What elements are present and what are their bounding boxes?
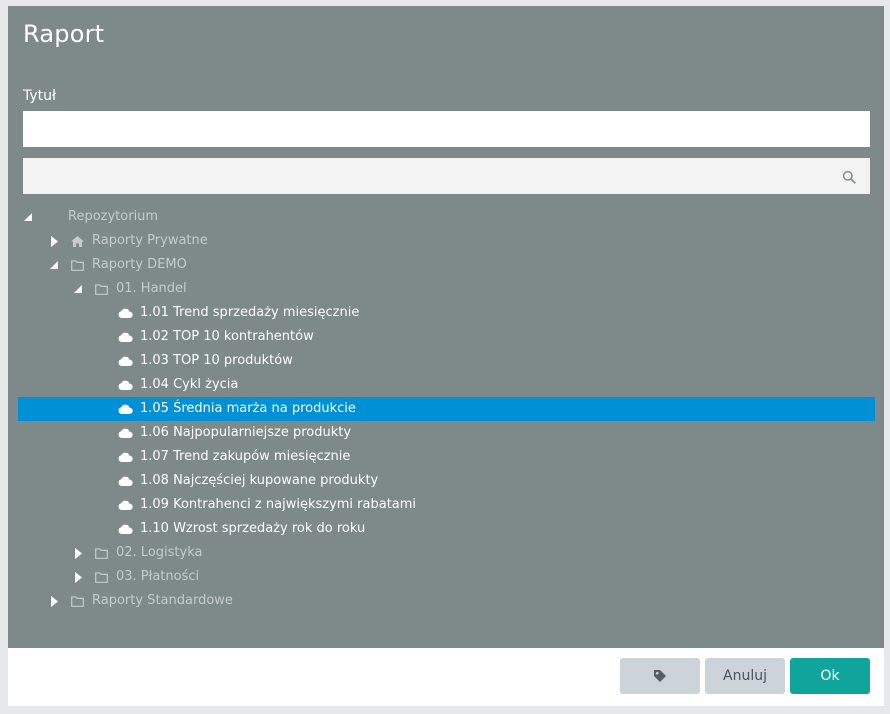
cancel-button[interactable]: Anuluj bbox=[705, 658, 785, 694]
search-box bbox=[23, 158, 870, 194]
cloud-icon bbox=[118, 517, 133, 541]
tree-node-label: 01. Handel bbox=[116, 281, 187, 296]
cloud-icon bbox=[118, 349, 133, 373]
cloud-icon bbox=[118, 445, 133, 469]
folder-icon bbox=[95, 541, 108, 565]
home-icon bbox=[71, 229, 84, 253]
cloud-icon bbox=[118, 397, 133, 421]
collapsed-arrow-icon[interactable] bbox=[72, 541, 84, 565]
expanded-arrow-icon[interactable] bbox=[48, 253, 60, 277]
tree-node-platnosci[interactable]: 03. Płatności bbox=[18, 565, 875, 589]
title-field-label: Tytuł bbox=[23, 88, 56, 104]
tree-node-label: Repozytorium bbox=[68, 209, 159, 224]
cloud-icon bbox=[118, 469, 133, 493]
ok-button[interactable]: Ok bbox=[790, 658, 870, 694]
folder-icon bbox=[71, 253, 84, 277]
tree-item-report[interactable]: 1.06 Najpopularniejsze produkty bbox=[18, 421, 875, 445]
tree-node-handel[interactable]: 01. Handel bbox=[18, 277, 875, 301]
tree-item-label: 1.05 Średnia marża na produkcie bbox=[140, 401, 356, 416]
tag-button[interactable] bbox=[620, 658, 700, 694]
search-icon[interactable] bbox=[842, 170, 856, 184]
folder-icon bbox=[95, 565, 108, 589]
tree-item-label: 1.04 Cykl życia bbox=[140, 377, 239, 392]
tree-item-label: 1.08 Najczęściej kupowane produkty bbox=[140, 473, 379, 488]
report-dialog: Raport Tytuł Repozytorium Raporty Prywat… bbox=[8, 6, 884, 706]
tree-item-report[interactable]: 1.03 TOP 10 produktów bbox=[18, 349, 875, 373]
cloud-icon bbox=[118, 493, 133, 517]
collapsed-arrow-icon[interactable] bbox=[48, 229, 60, 253]
folder-icon bbox=[71, 589, 84, 613]
tree-item-label: 1.07 Trend zakupów miesięcznie bbox=[140, 449, 351, 464]
tree-node-label: 03. Płatności bbox=[116, 569, 200, 584]
tree-node-repository[interactable]: Repozytorium bbox=[18, 205, 875, 229]
title-input[interactable] bbox=[23, 111, 870, 147]
tree-item-report[interactable]: 1.01 Trend sprzedaży miesięcznie bbox=[18, 301, 875, 325]
search-input[interactable] bbox=[23, 158, 833, 194]
dialog-title: Raport bbox=[23, 20, 105, 48]
tree-node-logistyka[interactable]: 02. Logistyka bbox=[18, 541, 875, 565]
folder-icon bbox=[95, 277, 108, 301]
tree-item-report[interactable]: 1.09 Kontrahenci z największymi rabatami bbox=[18, 493, 875, 517]
tree-item-report[interactable]: 1.08 Najczęściej kupowane produkty bbox=[18, 469, 875, 493]
cloud-icon bbox=[118, 301, 133, 325]
collapsed-arrow-icon[interactable] bbox=[72, 565, 84, 589]
cloud-icon bbox=[118, 373, 133, 397]
tree-item-label: 1.03 TOP 10 produktów bbox=[140, 353, 293, 368]
cloud-icon bbox=[118, 421, 133, 445]
tree-item-report[interactable]: 1.10 Wzrost sprzedaży rok do roku bbox=[18, 517, 875, 541]
dialog-footer: Anuluj Ok bbox=[8, 648, 884, 706]
tree-item-label: 1.01 Trend sprzedaży miesięcznie bbox=[140, 305, 360, 320]
tree-node-demo-reports[interactable]: Raporty DEMO bbox=[18, 253, 875, 277]
tree-node-label: Raporty Prywatne bbox=[92, 233, 208, 248]
tag-icon bbox=[654, 670, 666, 682]
cloud-icon bbox=[118, 325, 133, 349]
tree-node-private-reports[interactable]: Raporty Prywatne bbox=[18, 229, 875, 253]
tree-item-report-selected[interactable]: 1.05 Średnia marża na produkcie bbox=[18, 397, 875, 421]
tree-node-label: Raporty Standardowe bbox=[92, 593, 233, 608]
expanded-arrow-icon[interactable] bbox=[22, 205, 34, 229]
tree-item-label: 1.02 TOP 10 kontrahentów bbox=[140, 329, 314, 344]
tree-item-label: 1.06 Najpopularniejsze produkty bbox=[140, 425, 352, 440]
tree-item-report[interactable]: 1.02 TOP 10 kontrahentów bbox=[18, 325, 875, 349]
tree-node-label: Raporty DEMO bbox=[92, 257, 187, 272]
tree-node-standard-reports[interactable]: Raporty Standardowe bbox=[18, 589, 875, 613]
tree-item-label: 1.09 Kontrahenci z największymi rabatami bbox=[140, 497, 417, 512]
tree-item-report[interactable]: 1.07 Trend zakupów miesięcznie bbox=[18, 445, 875, 469]
expanded-arrow-icon[interactable] bbox=[72, 277, 84, 301]
tree-item-report[interactable]: 1.04 Cykl życia bbox=[18, 373, 875, 397]
collapsed-arrow-icon[interactable] bbox=[48, 589, 60, 613]
tree-item-label: 1.10 Wzrost sprzedaży rok do roku bbox=[140, 521, 366, 536]
tree-node-label: 02. Logistyka bbox=[116, 545, 203, 560]
